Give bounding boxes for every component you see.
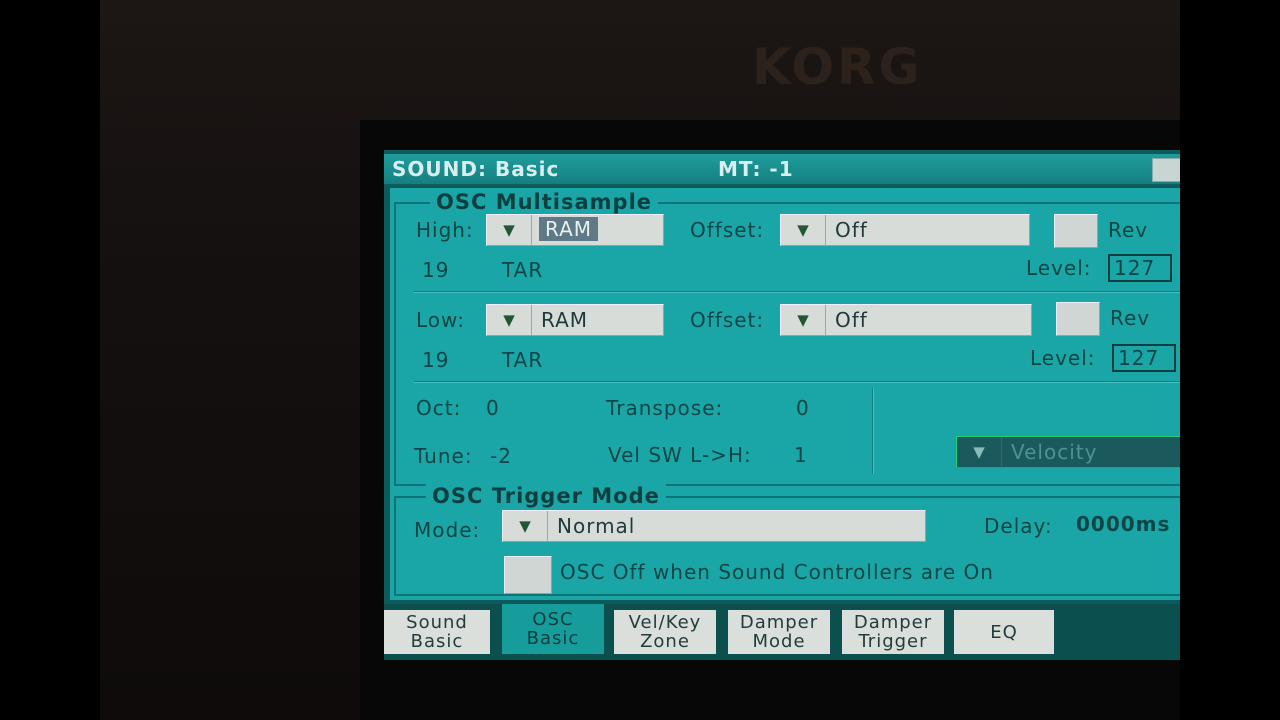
low-offset-value: Off xyxy=(835,308,868,332)
high-rev-label: Rev xyxy=(1108,218,1149,242)
tab-label: OSC xyxy=(532,609,574,630)
page-title: SOUND: Basic xyxy=(392,157,560,181)
high-level-label: Level: xyxy=(1026,256,1092,280)
high-label: High: xyxy=(416,218,474,242)
high-offset-dropdown[interactable]: ▼ Off xyxy=(780,214,1030,246)
low-sample-name: TAR xyxy=(502,348,544,372)
divider xyxy=(414,291,1180,293)
right-black-bar xyxy=(1180,0,1280,720)
left-black-bar xyxy=(0,0,100,720)
tab-label: Damper xyxy=(739,612,819,633)
low-level-field[interactable]: 127 xyxy=(1112,344,1176,372)
tab-label: EQ xyxy=(990,621,1018,643)
vel-sw-value[interactable]: 1 xyxy=(794,443,808,467)
delay-label: Delay: xyxy=(984,514,1053,538)
oct-label: Oct: xyxy=(416,396,462,420)
tab-damper-mode[interactable]: Damper Mode xyxy=(728,610,830,654)
low-level-label: Level: xyxy=(1030,346,1096,370)
low-offset-dropdown[interactable]: ▼ Off xyxy=(780,304,1032,336)
high-bank-value: RAM xyxy=(539,217,599,241)
mode-label: Mode: xyxy=(414,518,481,542)
chevron-down-icon: ▼ xyxy=(503,511,548,541)
velocity-dropdown[interactable]: ▼ Velocity xyxy=(956,436,1180,468)
chevron-down-icon: ▼ xyxy=(487,215,532,245)
tab-vel-key-zone[interactable]: Vel/Key Zone xyxy=(614,610,716,654)
velocity-value: Velocity xyxy=(1011,440,1098,464)
low-sample-number: 19 xyxy=(422,348,450,372)
low-label: Low: xyxy=(416,308,466,332)
high-level-field[interactable]: 127 xyxy=(1108,254,1172,282)
chevron-down-icon: ▼ xyxy=(487,305,532,335)
delay-value[interactable]: 0000ms xyxy=(1076,512,1170,536)
tab-label: Trigger xyxy=(858,631,928,652)
low-multisample-dropdown[interactable]: ▼ RAM xyxy=(486,304,664,336)
tab-damper-trigger[interactable]: Damper Trigger xyxy=(842,610,944,654)
brand-logo: KORG xyxy=(752,38,923,96)
high-rev-checkbox[interactable] xyxy=(1054,214,1098,248)
menu-button[interactable] xyxy=(1152,158,1180,182)
transpose-label: Transpose: xyxy=(606,396,724,420)
tab-label: Sound xyxy=(406,612,468,633)
low-bank-value: RAM xyxy=(541,308,589,332)
trigger-mode-value: Normal xyxy=(557,514,636,538)
tune-value[interactable]: -2 xyxy=(490,444,512,468)
high-multisample-dropdown[interactable]: ▼ RAM xyxy=(486,214,664,246)
tab-eq[interactable]: EQ xyxy=(954,610,1054,654)
chevron-down-icon: ▼ xyxy=(781,305,826,335)
transpose-value[interactable]: 0 xyxy=(796,396,810,420)
master-transpose-readout: MT: -1 xyxy=(718,157,794,181)
low-rev-label: Rev xyxy=(1110,306,1151,330)
title-bar: SOUND: Basic MT: -1 xyxy=(384,154,1180,186)
tab-osc-basic[interactable]: OSC Basic xyxy=(502,604,604,654)
osc-multisample-title: OSC Multisample xyxy=(430,190,659,214)
tab-label: Vel/Key xyxy=(628,612,702,633)
tab-label: Basic xyxy=(526,628,580,649)
high-offset-value: Off xyxy=(835,218,868,242)
osc-off-label: OSC Off when Sound Controllers are On xyxy=(560,560,994,584)
osc-basic-panel: OSC Multisample High: ▼ RAM Offset: ▼ Of… xyxy=(390,188,1180,600)
low-rev-checkbox[interactable] xyxy=(1056,302,1100,336)
chevron-down-icon: ▼ xyxy=(781,215,826,245)
high-offset-label: Offset: xyxy=(690,218,765,242)
vertical-divider xyxy=(872,388,874,474)
tab-label: Basic xyxy=(410,631,464,652)
tab-label: Zone xyxy=(640,631,690,652)
tune-label: Tune: xyxy=(414,444,473,468)
high-sample-name: TAR xyxy=(502,258,544,282)
divider xyxy=(414,381,1180,383)
display-screen: SOUND: Basic MT: -1 OSC Multisample High… xyxy=(384,150,1180,660)
high-sample-number: 19 xyxy=(422,258,450,282)
tab-sound-basic[interactable]: Sound Basic xyxy=(384,610,490,654)
trigger-mode-dropdown[interactable]: ▼ Normal xyxy=(502,510,926,542)
tab-label: Mode xyxy=(752,631,806,652)
low-offset-label: Offset: xyxy=(690,308,765,332)
osc-trigger-title: OSC Trigger Mode xyxy=(426,484,666,508)
page-tabs: Sound Basic OSC Basic Vel/Key Zone Dampe… xyxy=(384,604,1180,660)
chevron-down-icon: ▼ xyxy=(957,437,1002,467)
osc-off-checkbox[interactable] xyxy=(504,556,552,594)
oct-value[interactable]: 0 xyxy=(486,396,500,420)
tab-label: Damper xyxy=(853,612,933,633)
vel-sw-label: Vel SW L->H: xyxy=(608,443,752,467)
